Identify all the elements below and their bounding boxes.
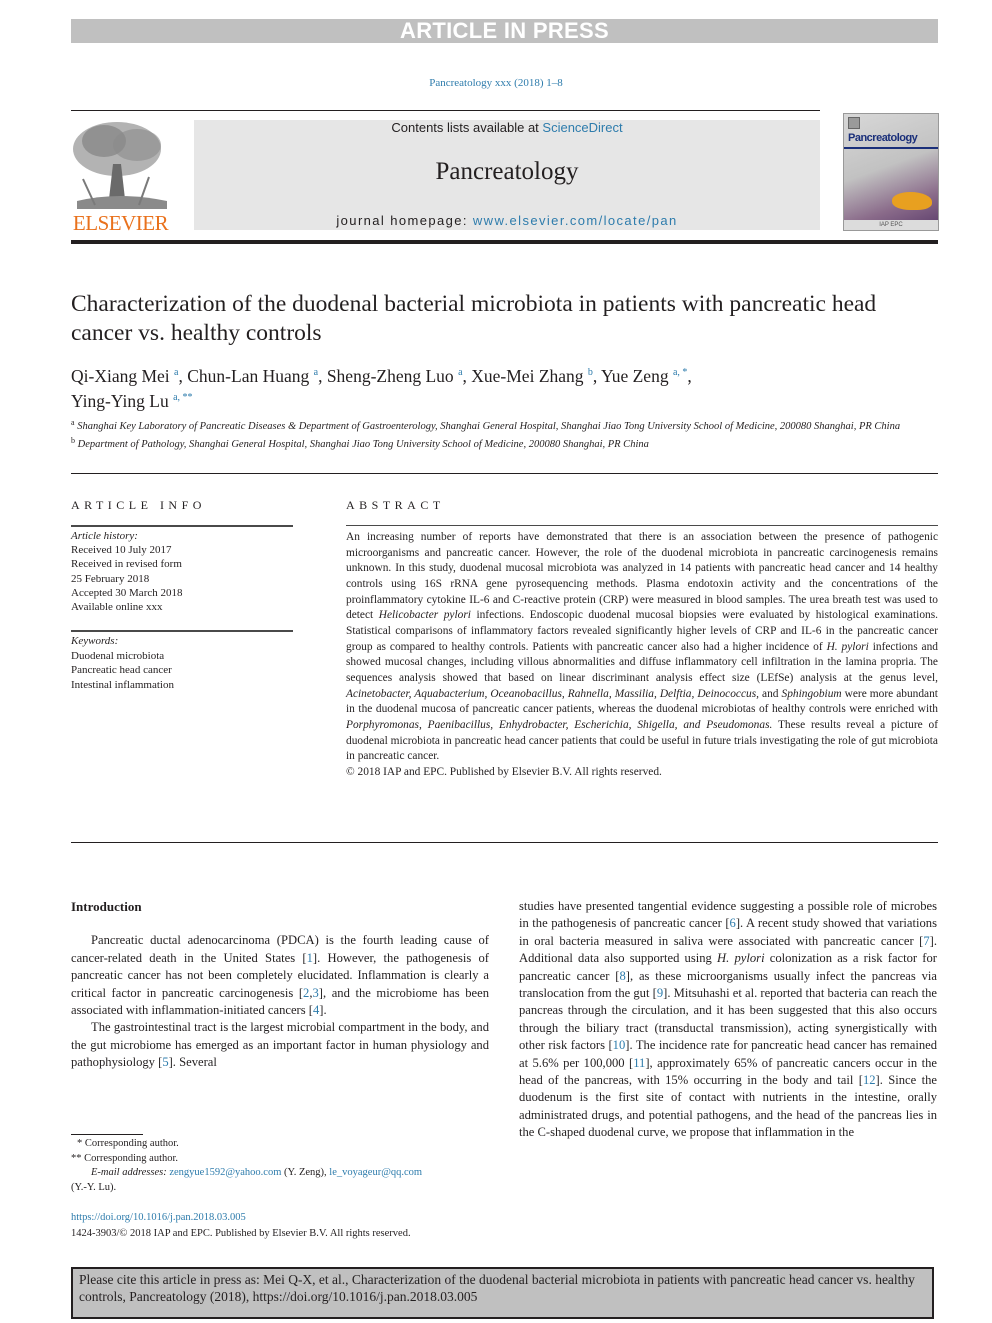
footnote-corresponding-1: * Corresponding author. [77, 1138, 179, 1149]
taxon-name: Acinetobacter, Aquabacterium, Oceanobaci… [346, 687, 760, 700]
taxon-name: Sphingobium [781, 687, 842, 700]
doi-block: https://doi.org/10.1016/j.pan.2018.03.00… [71, 1210, 489, 1242]
body-paragraph: The gastrointestinal tract is the larges… [71, 1019, 489, 1071]
body-paragraph: Pancreatic ductal adenocarcinoma (PDCA) … [71, 932, 489, 1019]
keyword: Duodenal microbiota [71, 649, 165, 662]
reference-link[interactable]: 11 [633, 1056, 645, 1070]
journal-name: Pancreatology [435, 158, 579, 185]
elsevier-wordmark: ELSEVIER [72, 211, 169, 235]
elsevier-tree-icon [69, 119, 172, 209]
history-line: 25 February 2018 [71, 572, 150, 585]
history-line: Received 10 July 2017 [71, 544, 172, 557]
affiliations: a Shanghai Key Laboratory of Pancreatic … [71, 416, 931, 452]
email-owner-zeng: (Y. Zeng), [281, 1167, 330, 1179]
body-text: ]. [319, 1003, 327, 1018]
article-history: Article history: Received 10 July 2017 R… [71, 529, 293, 614]
taxon-name: Porphyromonas, Paenibacillus, Enhydrobac… [346, 718, 773, 731]
author-separator: , [592, 366, 602, 386]
abstract-heading: ABSTRACT [346, 498, 445, 512]
email-owner-lu: (Y.-Y. Lu). [71, 1182, 117, 1194]
doi-link[interactable]: https://doi.org/10.1016/j.pan.2018.03.00… [71, 1210, 489, 1226]
author-separator: , [318, 366, 327, 386]
body-text: ]. Several [168, 1055, 217, 1070]
masthead-rule [71, 240, 938, 244]
footnote-corresponding-2: ** Corresponding author. [71, 1152, 179, 1164]
affiliation: b Department of Pathology, Shanghai Gene… [71, 434, 931, 452]
author-affiliation-mark[interactable]: a, * [673, 367, 687, 378]
homepage-line: journal homepage: www.elsevier.com/locat… [194, 213, 820, 228]
abstract-body: An increasing number of reports have dem… [346, 530, 938, 781]
abstract-rule [346, 525, 938, 526]
author-name[interactable]: Sheng-Zheng Luo [327, 366, 454, 386]
body-column-right: studies have presented tangential eviden… [519, 898, 937, 1142]
author-affiliation-mark[interactable]: a, ** [173, 392, 192, 403]
homepage-prefix: journal homepage: [336, 213, 473, 228]
author-name[interactable]: Xue-Mei Zhang [471, 366, 583, 386]
author-name[interactable]: Yue Zeng [601, 366, 669, 386]
taxon-name: Helicobacter pylori [378, 609, 471, 622]
pancreas-illustration-icon [892, 192, 932, 210]
left-paragraphs: Pancreatic ductal adenocarcinoma (PDCA) … [71, 932, 489, 1071]
journal-homepage-link[interactable]: www.elsevier.com/locate/pan [473, 213, 678, 228]
article-title: Characterization of the duodenal bacteri… [71, 291, 877, 346]
email-link-zeng[interactable]: zengyue1592@yahoo.com [169, 1167, 281, 1178]
keywords-label: Keywords: [71, 635, 119, 647]
history-label: Article history: [71, 530, 138, 542]
keywords: Keywords: Duodenal microbiota Pancreatic… [71, 634, 293, 692]
issn-copyright: 1424-3903/© 2018 IAP and EPC. Published … [71, 1228, 411, 1239]
section-rule [71, 473, 938, 474]
introduction-heading: Introduction [71, 899, 142, 914]
footnote-rule [71, 1134, 143, 1135]
email-link-lu[interactable]: le_voyageur@qq.com [329, 1167, 422, 1178]
history-line: Accepted 30 March 2018 [71, 586, 183, 599]
keyword: Pancreatic head cancer [71, 664, 172, 677]
journal-cover-thumbnail[interactable]: Pancreatology IAP EPC [843, 113, 939, 231]
taxon-name: H. pylori [826, 640, 869, 653]
journal-masthead: Contents lists available at ScienceDirec… [194, 120, 820, 230]
body-paragraph: studies have presented tangential eviden… [519, 898, 937, 1142]
author-separator: , [462, 366, 472, 386]
author-name[interactable]: Chun-Lan Huang [187, 366, 309, 386]
journal-reference-link[interactable]: Pancreatology xxx (2018) 1–8 [0, 77, 992, 89]
abstract-copyright: © 2018 IAP and EPC. Published by Elsevie… [346, 765, 662, 778]
article-info-heading: ARTICLE INFO [71, 498, 206, 512]
keywords-rule [71, 630, 293, 632]
body-column-left: Introduction Pancreatic ductal adenocarc… [71, 898, 489, 1072]
cover-footer: IAP EPC [844, 220, 938, 230]
footnotes: * Corresponding author. ** Corresponding… [71, 1137, 489, 1196]
abstract-segment: An increasing number of reports have dem… [346, 531, 938, 622]
abstract-end-rule [71, 842, 938, 843]
reference-link[interactable]: 12 [863, 1073, 876, 1087]
reference-link[interactable]: 10 [613, 1038, 626, 1052]
elsevier-logo[interactable]: ELSEVIER [69, 119, 172, 235]
author-name[interactable]: Ying-Ying Lu [71, 391, 169, 411]
article-in-press-banner: ARTICLE IN PRESS [71, 19, 938, 43]
history-line: Received in revised form [71, 558, 182, 571]
affiliation-text: Shanghai Key Laboratory of Pancreatic Di… [74, 421, 901, 432]
affiliation-text: Department of Pathology, Shanghai Genera… [75, 439, 649, 450]
contents-line: Contents lists available at ScienceDirec… [194, 120, 820, 135]
cover-badge-icon [848, 117, 860, 129]
affiliation: a Shanghai Key Laboratory of Pancreatic … [71, 416, 931, 434]
article-info-rule [71, 525, 293, 527]
history-line: Available online xxx [71, 601, 163, 614]
cover-title: Pancreatology [848, 132, 918, 144]
author-separator: , [687, 366, 692, 386]
cover-rule [844, 147, 938, 149]
italic-term: H. pylori [717, 951, 765, 966]
header-rule [71, 110, 820, 111]
sciencedirect-link[interactable]: ScienceDirect [542, 120, 622, 135]
citation-box: Please cite this article in press as: Me… [71, 1267, 934, 1319]
email-label: E-mail addresses: [91, 1167, 170, 1179]
author-name[interactable]: Qi-Xiang Mei [71, 366, 170, 386]
keyword: Intestinal inflammation [71, 678, 174, 691]
abstract-text: An increasing number of reports have dem… [346, 531, 938, 762]
footnote-emails: E-mail addresses: zengyue1592@yahoo.com … [71, 1166, 489, 1195]
author-separator: , [178, 366, 188, 386]
body-text: The gastrointestinal tract is the larges… [71, 1020, 489, 1070]
author-list: Qi-Xiang Mei a, Chun-Lan Huang a, Sheng-… [71, 362, 931, 412]
contents-prefix: Contents lists available at [391, 120, 543, 135]
abstract-segment: and [759, 687, 782, 700]
